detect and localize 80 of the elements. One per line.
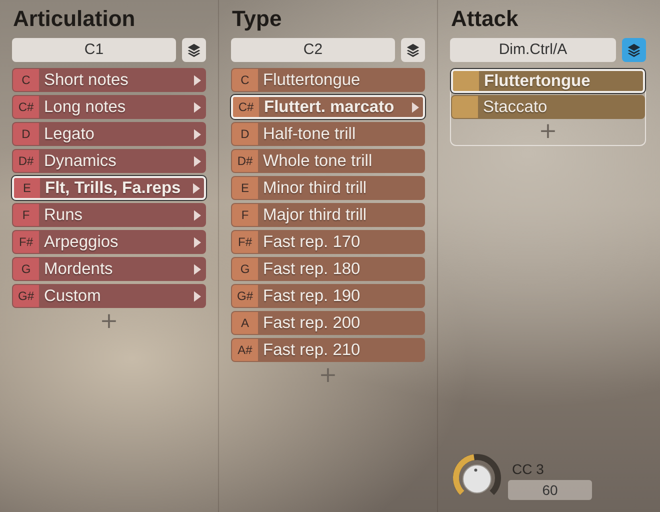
value-field[interactable]: 60: [508, 480, 592, 500]
note-key: D: [13, 123, 39, 145]
item-label: Whole tone trill: [262, 152, 374, 170]
note-key: A#: [232, 339, 258, 361]
item-label: Mordents: [43, 260, 114, 278]
column-title: Attack: [451, 5, 520, 33]
note-key: D#: [13, 150, 39, 172]
list-item[interactable]: Staccato: [451, 95, 645, 119]
item-label: Fast rep. 170: [262, 232, 362, 252]
item-label: Long notes: [43, 98, 127, 116]
list-item[interactable]: D# Dynamics: [12, 149, 206, 173]
note-key: F#: [232, 231, 258, 253]
note-key: D: [232, 123, 258, 145]
item-label: Short notes: [43, 70, 130, 90]
list-item[interactable]: D Legato: [12, 122, 206, 146]
layers-button[interactable]: [401, 38, 425, 62]
list-item[interactable]: F Runs: [12, 203, 206, 227]
item-label: Custom: [43, 286, 102, 306]
layers-icon: [406, 43, 420, 57]
list-item[interactable]: C# Long notes: [12, 95, 206, 119]
item-label: Fluttertongue: [262, 70, 362, 90]
add-button[interactable]: +: [100, 311, 118, 333]
list-item[interactable]: E Minor third trill: [231, 176, 425, 200]
note-key: G#: [232, 285, 258, 307]
column-title: Type: [232, 5, 283, 33]
list-item[interactable]: Fluttertongue: [451, 69, 645, 93]
note-key: A: [232, 312, 258, 334]
item-label: Flt, Trills, Fa.reps: [44, 178, 182, 198]
item-label: Fast rep. 190: [262, 286, 362, 306]
note-key: F#: [13, 231, 39, 253]
note-key: E: [14, 178, 40, 198]
item-label: Half-tone trill: [262, 124, 357, 144]
list-item[interactable]: F# Fast rep. 170: [231, 230, 425, 254]
list-item[interactable]: G Fast rep. 180: [231, 257, 425, 281]
list-item[interactable]: C Short notes: [12, 68, 206, 92]
note-key: C: [232, 69, 258, 91]
list-item[interactable]: A Fast rep. 200: [231, 311, 425, 335]
note-key: C#: [233, 97, 259, 117]
list-item[interactable]: D Half-tone trill: [231, 122, 425, 146]
add-button[interactable]: +: [538, 121, 558, 143]
item-label: Major third trill: [262, 206, 368, 224]
layers-button[interactable]: [182, 38, 206, 62]
list-item[interactable]: F Major third trill: [231, 203, 425, 227]
list-item[interactable]: D# Whole tone trill: [231, 149, 425, 173]
note-key: G#: [13, 285, 39, 307]
list-item[interactable]: C Fluttertongue: [231, 68, 425, 92]
note-key: D#: [232, 150, 258, 172]
list-item[interactable]: G Mordents: [12, 257, 206, 281]
layers-icon: [187, 43, 201, 57]
knob-label: CC 3: [511, 460, 545, 476]
selector-field[interactable]: Dim.Ctrl/A: [450, 38, 616, 62]
item-label: Arpeggios: [43, 232, 120, 252]
item-label: Fluttert. marcato: [263, 98, 396, 116]
note-key: E: [232, 177, 258, 199]
note-key: C: [13, 69, 39, 91]
layers-button[interactable]: [622, 38, 646, 62]
item-label: Runs: [43, 206, 84, 224]
item-label: Fast rep. 210: [262, 340, 362, 360]
item-label: Fast rep. 200: [262, 314, 362, 332]
list-item[interactable]: G# Custom: [12, 284, 206, 308]
list-item[interactable]: E Flt, Trills, Fa.reps: [12, 176, 206, 200]
item-label: Fast rep. 180: [262, 260, 362, 278]
item-label: Minor third trill: [262, 178, 368, 198]
note-key: F: [13, 204, 39, 226]
list-item[interactable]: A# Fast rep. 210: [231, 338, 425, 362]
item-label: Legato: [43, 124, 96, 144]
list-item[interactable]: C# Fluttert. marcato: [231, 95, 425, 119]
layers-icon: [627, 43, 641, 57]
note-key: G: [13, 258, 39, 280]
selector-field[interactable]: C1: [12, 38, 176, 62]
item-label: Fluttertongue: [483, 72, 592, 90]
note-key: G: [232, 258, 258, 280]
note-key: F: [232, 204, 258, 226]
item-label: Staccato: [482, 98, 548, 116]
list-item[interactable]: F# Arpeggios: [12, 230, 206, 254]
selector-field[interactable]: C2: [231, 38, 395, 62]
item-label: Dynamics: [43, 152, 118, 170]
note-key: C#: [13, 96, 39, 118]
list-item[interactable]: G# Fast rep. 190: [231, 284, 425, 308]
column-title: Articulation: [13, 5, 136, 33]
